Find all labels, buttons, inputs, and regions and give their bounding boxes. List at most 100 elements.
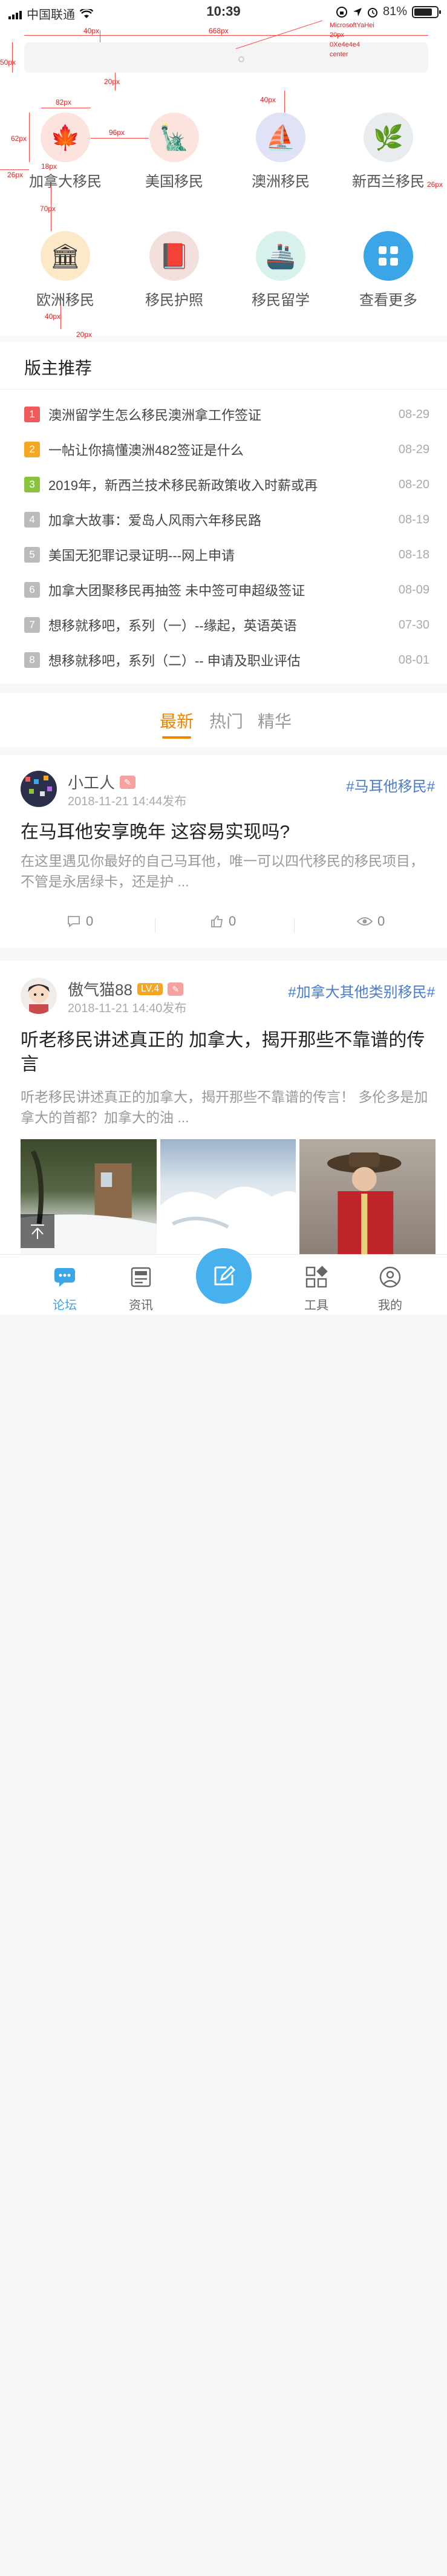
post-title[interactable]: 在马耳他安享晚年 这容易实现吗? <box>21 820 435 845</box>
news-icon <box>131 1267 151 1287</box>
post-image[interactable] <box>299 1139 436 1254</box>
rank-badge: 3 <box>24 477 40 492</box>
tab-news[interactable]: 资讯 <box>114 1266 168 1313</box>
annotation-gap-96: 96px <box>109 128 125 137</box>
tab-latest[interactable]: 最新 <box>160 708 194 733</box>
category-australia[interactable]: ⛵ 澳洲移民 <box>238 113 323 191</box>
annotation-gap-70: 70px <box>40 204 56 213</box>
annotation-left-26: 26px <box>7 171 24 179</box>
recommend-item[interactable]: 7 想移就移吧，系列（一）--缘起，英语英语 07-30 <box>24 613 429 637</box>
post-card[interactable]: 小工人 ✎ 2018-11-21 14:44发布 #马耳他移民# 在马耳他安享晚… <box>0 755 447 947</box>
category-more[interactable]: 查看更多 <box>346 231 431 309</box>
recommend-title: 美国无犯罪记录证明---网上申请 <box>48 548 235 563</box>
avatar[interactable] <box>21 978 57 1014</box>
tools-icon <box>305 1266 328 1288</box>
post-tag[interactable]: #加拿大其他类别移民# <box>288 980 435 1001</box>
moderator-badge-icon: ✎ <box>120 775 136 789</box>
colosseum-icon: 🏛 <box>41 231 90 281</box>
recommend-date: 08-01 <box>398 653 429 667</box>
category-label: 移民留学 <box>252 292 310 309</box>
profile-icon <box>379 1266 401 1288</box>
recommend-date: 08-29 <box>398 407 429 421</box>
rank-badge: 5 <box>24 547 40 563</box>
like-stat[interactable]: 0 <box>210 914 236 929</box>
category-europe[interactable]: 🏛 欧洲移民 <box>23 231 108 309</box>
category-canada[interactable]: 🍁 加拿大移民 <box>23 113 108 191</box>
annotation-left-62: 62px <box>11 134 27 143</box>
view-count: 0 <box>377 914 385 929</box>
post-title[interactable]: 听老移民讲述真正的 加拿大，揭开那些不靠谱的传言 <box>21 1028 435 1077</box>
tab-profile[interactable]: 我的 <box>363 1266 417 1313</box>
post-tag[interactable]: #马耳他移民# <box>346 774 435 796</box>
post-card[interactable]: 傲气猫88 LV.4 ✎ 2018-11-21 14:40发布 #加拿大其他类别… <box>0 961 447 1254</box>
recommend-item[interactable]: 2 一帖让你搞懂澳洲482签证是什么 08-29 <box>24 437 429 462</box>
recommend-item[interactable]: 3 2019年，新西兰技术移民新政策收入时薪或再 08-20 <box>24 472 429 497</box>
rank-badge: 6 <box>24 582 40 598</box>
location-icon <box>353 7 362 16</box>
feed-tabs: 最新 热门 精华 <box>0 693 447 747</box>
tab-featured[interactable]: 精华 <box>258 708 292 733</box>
category-label: 加拿大移民 <box>29 174 102 190</box>
recommend-title: 想移就移吧，系列（一）--缘起，英语英语 <box>48 618 297 633</box>
forum-icon <box>54 1268 75 1287</box>
recommend-date: 07-30 <box>398 618 429 632</box>
annotation-top-40: 40px <box>83 27 100 35</box>
tab-label: 资讯 <box>129 1299 153 1312</box>
sydney-opera-icon: ⛵ <box>256 113 305 162</box>
recommend-item[interactable]: 8 想移就移吧，系列（二）-- 申请及职业评估 08-01 <box>24 648 429 672</box>
author-name[interactable]: 傲气猫88 <box>68 978 132 1000</box>
view-stat: 0 <box>357 914 385 929</box>
annotation-gap-18: 18px <box>41 162 57 171</box>
eye-icon <box>357 917 373 926</box>
active-tab-indicator <box>162 736 191 739</box>
like-count: 0 <box>229 914 237 929</box>
author-name[interactable]: 小工人 <box>68 771 115 793</box>
recommend-title: 2019年，新西兰技术移民新政策收入时薪或再 <box>48 478 318 493</box>
rank-badge: 8 <box>24 652 40 668</box>
passport-icon: 📕 <box>149 231 199 281</box>
annotation-line <box>24 35 428 36</box>
annotation-note-size: 20px <box>330 31 344 39</box>
recommend-title: 想移就移吧，系列（二）-- 申请及职业评估 <box>48 653 301 669</box>
category-label: 美国移民 <box>145 174 203 190</box>
category-passport[interactable]: 📕 移民护照 <box>132 231 217 309</box>
category-usa[interactable]: 🗽 美国移民 <box>132 113 217 191</box>
rank-badge: 1 <box>24 407 40 422</box>
back-to-top-button[interactable] <box>21 1214 54 1248</box>
post-summary: 在这里遇见你最好的自己马耳他，唯一可以四代移民的移民项目，不管是永居绿卡，还是护… <box>21 853 424 889</box>
category-label: 新西兰移民 <box>352 174 425 190</box>
annotation-right-26: 26px <box>427 180 443 189</box>
annotation-gap-40b: 40px <box>260 96 276 104</box>
recommend-date: 08-29 <box>398 442 429 456</box>
rank-badge: 7 <box>24 617 40 633</box>
moderator-recommend-section: 版主推荐 1 澳洲留学生怎么移民澳洲拿工作签证 08-29 2 一帖让你搞懂澳洲482签… <box>0 342 447 684</box>
category-new-zealand[interactable]: 🌿 新西兰移民 <box>346 113 431 191</box>
post-time: 2018-11-21 14:44发布 <box>68 795 187 808</box>
category-label: 移民护照 <box>145 292 203 309</box>
search-icon <box>238 56 244 62</box>
recommend-item[interactable]: 6 加拿大团聚移民再抽签 未中签可申超级签证 08-09 <box>24 578 429 602</box>
maple-leaf-icon: 🍁 <box>41 113 90 162</box>
avatar[interactable] <box>21 771 57 807</box>
recommend-title: 一帖让你搞懂澳洲482签证是什么 <box>48 443 244 458</box>
alarm-icon <box>367 7 377 18</box>
comment-stat[interactable]: 0 <box>67 914 93 929</box>
category-label: 澳洲移民 <box>252 174 310 190</box>
recommend-title: 加拿大团聚移民再抽签 未中签可申超级签证 <box>48 583 305 598</box>
recommend-title: 澳洲留学生怎么移民澳洲拿工作签证 <box>48 408 262 423</box>
tab-forum[interactable]: 论坛 <box>38 1266 92 1313</box>
tab-hot[interactable]: 热门 <box>209 708 243 733</box>
recommend-item[interactable]: 1 澳洲留学生怎么移民澳洲拿工作签证 08-29 <box>24 402 429 427</box>
level-badge: LV.4 <box>137 982 163 995</box>
post-image[interactable] <box>160 1139 296 1254</box>
moderator-badge-icon: ✎ <box>168 982 184 996</box>
recommend-item[interactable]: 5 美国无犯罪记录证明---网上申请 08-18 <box>24 543 429 567</box>
compose-button[interactable] <box>196 1248 252 1304</box>
author-row: 傲气猫88 LV.4 ✎ <box>68 978 184 1000</box>
category-study-abroad[interactable]: 🚢 移民留学 <box>238 231 323 309</box>
search-input[interactable] <box>24 42 428 73</box>
compose-icon <box>214 1265 236 1286</box>
annotation-line <box>91 138 149 139</box>
tab-tools[interactable]: 工具 <box>289 1266 344 1313</box>
recommend-item[interactable]: 4 加拿大故事：爱岛人风雨六年移民路 08-19 <box>24 508 429 532</box>
